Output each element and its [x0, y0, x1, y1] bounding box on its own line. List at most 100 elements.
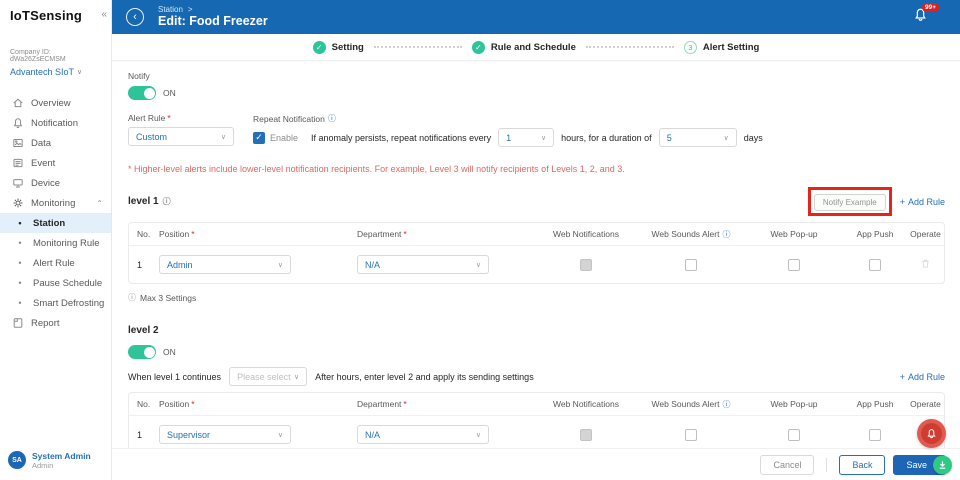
- app-push-checkbox[interactable]: [869, 428, 881, 441]
- back-icon: ‹: [133, 11, 137, 23]
- department-value: N/A: [365, 259, 381, 270]
- col-web-notifications: Web Notifications: [553, 399, 619, 409]
- col-web-popup: Web Pop-up: [770, 229, 818, 239]
- data-icon: [12, 137, 24, 149]
- table-row: 1 Supervisor ∨ N/A ∨: [129, 416, 944, 448]
- main-area: ‹ Station > Edit: Food Freezer 99+ ✓ Set…: [112, 0, 960, 480]
- col-web-sounds-alert: Web Sounds Alert: [651, 399, 720, 409]
- step-rule-and-schedule[interactable]: ✓ Rule and Schedule: [471, 40, 576, 54]
- notify-example-button[interactable]: Notify Example: [813, 194, 886, 211]
- notification-badge: 99+: [922, 3, 940, 12]
- col-web-notifications: Web Notifications: [553, 229, 619, 239]
- col-web-sounds-alert: Web Sounds Alert: [651, 229, 720, 239]
- gear-icon: [12, 197, 24, 209]
- col-position: Position: [159, 399, 190, 409]
- cancel-button[interactable]: Cancel: [760, 454, 815, 475]
- check-icon: ✓: [255, 132, 263, 142]
- repeat-days-select[interactable]: 5 ∨: [658, 128, 737, 147]
- web-popup-checkbox[interactable]: [788, 428, 800, 441]
- breadcrumb[interactable]: Station >: [158, 5, 268, 14]
- sidebar-item-device[interactable]: Device: [0, 173, 111, 193]
- report-icon: [12, 317, 24, 329]
- collapse-sidebar-icon[interactable]: «: [101, 9, 107, 20]
- repeat-text-1: If anomaly persists, repeat notification…: [311, 132, 492, 143]
- sidebar-item-notification[interactable]: Notification: [0, 113, 111, 133]
- web-popup-checkbox[interactable]: [788, 258, 800, 271]
- bullet-icon: •: [18, 218, 22, 228]
- back-button[interactable]: ‹: [126, 8, 144, 26]
- plus-icon: +: [899, 196, 905, 207]
- repeat-notification-label: Repeat Notification: [253, 113, 325, 124]
- delete-row-icon: [920, 258, 931, 271]
- sidebar-item-label: Smart Defrosting: [33, 297, 105, 309]
- department-select[interactable]: N/A ∨: [357, 255, 489, 274]
- chevron-down-icon: ∨: [293, 373, 300, 381]
- sidebar-item-monitoring[interactable]: Monitoring ⌃: [0, 193, 111, 213]
- required-mark: *: [403, 399, 407, 409]
- repeat-text-2: hours, for a duration of: [561, 132, 652, 143]
- sidebar: IoTSensing « Company ID: dWa26ZsECMSM Ad…: [0, 0, 112, 480]
- user-profile[interactable]: SA System Admin Admin: [0, 447, 111, 474]
- sidebar-item-label: Notification: [31, 117, 78, 129]
- back-button-footer[interactable]: Back: [839, 454, 886, 475]
- notify-toggle[interactable]: [128, 86, 156, 100]
- info-icon: ⓘ: [722, 399, 731, 409]
- level2-add-rule-link[interactable]: + Add Rule: [900, 372, 945, 382]
- app-push-checkbox[interactable]: [869, 258, 881, 271]
- notify-state: ON: [163, 88, 176, 98]
- department-select[interactable]: N/A ∨: [357, 425, 489, 444]
- bullet-icon: •: [18, 298, 22, 308]
- step-label: Rule and Schedule: [490, 41, 576, 53]
- col-app-push: App Push: [856, 229, 894, 239]
- days-value: 5: [666, 132, 672, 143]
- chevron-down-icon: ∨: [723, 134, 729, 142]
- alert-fab[interactable]: [917, 419, 946, 448]
- level1-add-rule-link[interactable]: + Add Rule: [900, 197, 945, 207]
- table-row: 1 Admin ∨ N/A ∨: [129, 246, 944, 283]
- sidebar-item-report[interactable]: Report: [0, 313, 111, 333]
- sidebar-item-label: Station: [33, 217, 66, 229]
- alert-rule-select[interactable]: Custom ∨: [128, 127, 234, 146]
- enable-checkbox[interactable]: ✓: [253, 131, 265, 144]
- download-fab[interactable]: [933, 455, 952, 474]
- sidebar-item-event[interactable]: Event: [0, 153, 111, 173]
- step-alert-setting[interactable]: 3 Alert Setting: [683, 40, 759, 54]
- web-sounds-alert-checkbox[interactable]: [685, 258, 697, 271]
- position-value: Admin: [167, 259, 193, 270]
- divider: [826, 457, 828, 472]
- sidebar-item-station[interactable]: • Station: [0, 213, 111, 233]
- level2-condition-prefix: When level 1 continues: [128, 371, 222, 382]
- level2-hours-select[interactable]: Please select ∨: [229, 367, 308, 386]
- web-sounds-alert-checkbox[interactable]: [685, 428, 697, 441]
- sidebar-item-monitoring-rule[interactable]: • Monitoring Rule: [0, 233, 111, 253]
- notification-bell[interactable]: 99+: [913, 3, 940, 27]
- position-select[interactable]: Supervisor ∨: [159, 425, 291, 444]
- sidebar-item-data[interactable]: Data: [0, 133, 111, 153]
- info-icon: ⓘ: [327, 114, 336, 123]
- position-select[interactable]: Admin ∨: [159, 255, 291, 274]
- download-icon: [939, 460, 946, 469]
- tenant-name: Advantech SIoT: [10, 67, 75, 77]
- breadcrumb-station[interactable]: Station: [158, 5, 183, 14]
- col-web-popup: Web Pop-up: [770, 399, 818, 409]
- alert-rule-value: Custom: [136, 131, 168, 142]
- chevron-down-icon: ∨: [475, 431, 481, 439]
- chevron-down-icon: ∨: [475, 261, 481, 269]
- repeat-hours-select[interactable]: 1 ∨: [498, 128, 555, 147]
- sidebar-item-pause-schedule[interactable]: • Pause Schedule: [0, 273, 111, 293]
- sidebar-item-smart-defrosting[interactable]: • Smart Defrosting: [0, 293, 111, 313]
- app-logo: IoTSensing: [10, 8, 83, 23]
- sidebar-item-label: Event: [31, 157, 56, 169]
- sidebar-item-overview[interactable]: Overview: [0, 93, 111, 113]
- info-icon: ⓘ: [162, 197, 171, 206]
- chevron-down-icon: ∨: [277, 431, 283, 439]
- sidebar-item-label: Alert Rule: [33, 257, 75, 269]
- step-connector: [585, 46, 674, 48]
- level2-toggle[interactable]: [128, 345, 156, 359]
- tenant-switcher[interactable]: Advantech SIoT ∨: [10, 67, 101, 77]
- alert-fab-inner: [921, 423, 942, 444]
- col-operate: Operate: [910, 399, 941, 409]
- sidebar-item-alert-rule[interactable]: • Alert Rule: [0, 253, 111, 273]
- col-app-push: App Push: [856, 399, 894, 409]
- step-setting[interactable]: ✓ Setting: [312, 40, 364, 54]
